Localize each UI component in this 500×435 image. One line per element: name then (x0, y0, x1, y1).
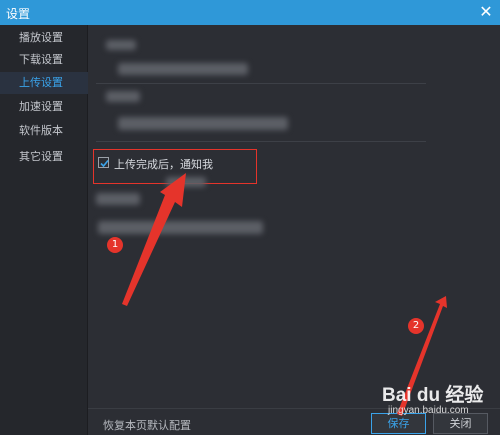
sidebar-item-acceleration[interactable]: 加速设置 (0, 96, 88, 118)
blurred-setting-heading (106, 40, 136, 50)
blurred-setting-text (118, 63, 248, 75)
blurred-setting-heading (106, 91, 140, 102)
section-divider (96, 83, 426, 84)
sidebar: 播放设置 下载设置 上传设置 加速设置 软件版本 其它设置 (0, 25, 88, 435)
blurred-setting-text (96, 193, 140, 205)
sidebar-item-other[interactable]: 其它设置 (0, 146, 88, 168)
watermark-logo: Bai du 经验 (382, 385, 484, 406)
blurred-setting-text (98, 221, 263, 234)
sidebar-item-download[interactable]: 下载设置 (0, 49, 88, 71)
sidebar-item-play[interactable]: 播放设置 (0, 27, 88, 49)
notify-checkbox-label: 上传完成后，通知我 (114, 158, 213, 171)
baidu-watermark: Bai du 经验 jingyan.baidu.com (382, 380, 500, 430)
sidebar-item-version[interactable]: 软件版本 (0, 120, 88, 142)
blurred-setting-text (166, 177, 206, 187)
watermark-url: jingyan.baidu.com (388, 405, 469, 416)
sidebar-item-upload[interactable]: 上传设置 (0, 72, 88, 94)
title-bar: 设置 ✕ (0, 0, 500, 25)
window-title: 设置 (6, 7, 31, 21)
blurred-setting-text (118, 117, 288, 130)
annotation-badge-2: 2 (408, 318, 424, 334)
annotation-badge-1: 1 (107, 237, 123, 253)
close-icon[interactable]: ✕ (472, 0, 500, 25)
settings-panel: 上传完成后，通知我 (88, 25, 500, 435)
section-divider (96, 141, 426, 142)
notify-checkbox[interactable] (98, 157, 109, 168)
checkmark-icon (100, 159, 109, 168)
restore-defaults-link[interactable]: 恢复本页默认配置 (103, 417, 191, 433)
